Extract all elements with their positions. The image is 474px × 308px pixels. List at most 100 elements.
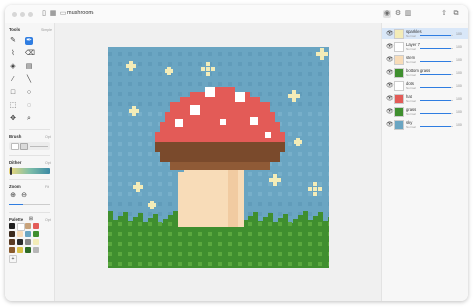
layer-opacity-slider[interactable]: [420, 48, 453, 49]
palette-swatch[interactable]: [25, 239, 31, 245]
eye-icon[interactable]: 👁: [386, 56, 394, 63]
brush-size-slider[interactable]: [30, 146, 48, 147]
layer-opacity-slider[interactable]: [420, 126, 453, 127]
layers-icon[interactable]: ▥: [404, 10, 412, 18]
eye-icon[interactable]: 👁: [386, 82, 394, 89]
layer-opacity-slider[interactable]: [420, 35, 453, 36]
palette-swatch[interactable]: [17, 239, 23, 245]
palette-swatch[interactable]: [9, 247, 15, 253]
bucket-icon[interactable]: ◈: [9, 63, 17, 71]
eyedropper-icon[interactable]: ⁄: [9, 76, 17, 84]
layer-row[interactable]: 👁 Layer 7 Normal 100: [382, 41, 468, 52]
eye-icon[interactable]: 👁: [386, 30, 394, 37]
brush-round-icon[interactable]: [20, 143, 28, 150]
grass-pixel: [313, 216, 318, 268]
layer-row[interactable]: 👁 hat Normal 100: [382, 93, 468, 104]
layer-blend-mode[interactable]: Normal: [406, 73, 416, 77]
layer-opacity-slider[interactable]: [420, 74, 453, 75]
brush-square-icon[interactable]: [11, 143, 19, 150]
layer-opacity-slider[interactable]: [420, 87, 453, 88]
divider: [9, 179, 50, 180]
layer-blend-mode[interactable]: Normal: [406, 47, 416, 51]
ellipse-icon[interactable]: ○: [25, 89, 33, 97]
layer-row[interactable]: 👁 sparkles Normal 100: [382, 28, 468, 39]
zoom-in-icon[interactable]: ⊕: [9, 192, 17, 200]
layer-opacity-value: 100: [456, 45, 462, 49]
layer-row[interactable]: 👁 stem Normal 100: [382, 54, 468, 65]
zoom-out-icon[interactable]: ⊖: [20, 192, 28, 200]
cap-dot: [205, 87, 215, 97]
zoom-window-button[interactable]: [28, 12, 33, 17]
eye-icon[interactable]: 👁: [386, 43, 394, 50]
eye-icon[interactable]: 👁: [386, 69, 394, 76]
layer-blend-mode[interactable]: Normal: [406, 99, 416, 103]
palette-swatch[interactable]: [33, 239, 39, 245]
palette-swatch[interactable]: [33, 223, 39, 229]
lasso-icon[interactable]: ◌: [25, 102, 33, 110]
zoom-slider[interactable]: [9, 204, 50, 205]
pen-icon[interactable]: ✒: [25, 37, 33, 45]
layer-blend-mode[interactable]: Normal: [406, 125, 416, 129]
dither-options[interactable]: Opt: [45, 161, 51, 165]
rectangle-icon[interactable]: □: [9, 89, 17, 97]
divider: [9, 155, 50, 156]
text-icon[interactable]: ⌕: [25, 115, 33, 123]
layer-opacity-slider[interactable]: [420, 113, 453, 114]
dither-handle[interactable]: [10, 167, 12, 175]
grass-pixel: [253, 212, 258, 268]
palette-section-title: Palette: [9, 217, 24, 222]
palette-swatch[interactable]: [9, 239, 15, 245]
layer-blend-mode[interactable]: Normal: [406, 60, 416, 64]
layer-opacity-slider[interactable]: [420, 61, 453, 62]
brush-options[interactable]: Opt: [45, 135, 51, 139]
minimize-window-button[interactable]: [20, 12, 25, 17]
line-icon[interactable]: ╲: [25, 76, 33, 84]
palette-swatch[interactable]: [33, 247, 39, 253]
pixel-art-canvas[interactable]: [108, 47, 329, 268]
pencil-icon[interactable]: ✎: [9, 37, 17, 45]
select-icon[interactable]: ⬚: [9, 102, 17, 110]
eye-icon[interactable]: 👁: [386, 95, 394, 102]
zoom-section-title: Zoom: [9, 184, 21, 189]
layer-row[interactable]: 👁 bottom grass Normal 100: [382, 67, 468, 78]
eye-icon[interactable]: 👁: [386, 108, 394, 115]
eye-icon[interactable]: 👁: [386, 121, 394, 128]
layer-row[interactable]: 👁 sky Normal 100: [382, 119, 468, 130]
share-icon[interactable]: ⇧: [440, 10, 448, 18]
palette-options[interactable]: Opt: [45, 218, 51, 222]
palette-swatch[interactable]: [9, 231, 15, 237]
eraser-icon[interactable]: ⌫: [25, 50, 35, 58]
brush-size-control[interactable]: [9, 142, 50, 150]
palette-swatch[interactable]: [25, 247, 31, 253]
palette-swatch[interactable]: [25, 223, 31, 229]
chevron-down-icon[interactable]: ⌄: [90, 9, 95, 16]
layer-blend-mode[interactable]: Normal: [406, 112, 416, 116]
layer-row[interactable]: 👁 dots Normal 100: [382, 80, 468, 91]
gear-icon[interactable]: ⚙: [394, 10, 402, 18]
layer-thumbnail: [394, 94, 404, 104]
layer-blend-mode[interactable]: Normal: [406, 34, 416, 38]
layer-blend-mode[interactable]: Normal: [406, 86, 416, 90]
brush-icon[interactable]: ⌇: [9, 50, 17, 58]
gradient-icon[interactable]: ▤: [25, 63, 33, 71]
palette-swatch[interactable]: [17, 223, 25, 231]
tools-section-mode[interactable]: Simple: [41, 28, 52, 32]
palette-add-icon[interactable]: ⊞: [27, 215, 35, 223]
palette-swatch[interactable]: [25, 231, 31, 237]
grid-icon[interactable]: ▦: [49, 10, 57, 18]
close-window-button[interactable]: [12, 12, 17, 17]
palette-swatch[interactable]: [33, 231, 39, 237]
window-icon[interactable]: ⧉: [452, 10, 460, 18]
move-icon[interactable]: ✥: [9, 115, 17, 123]
layer-row[interactable]: 👁 grass Normal 100: [382, 106, 468, 117]
dither-gradient-slider[interactable]: [9, 167, 50, 175]
sidebar-icon[interactable]: ▯: [40, 10, 48, 18]
layer-opacity-slider[interactable]: [420, 100, 453, 101]
layer-opacity-fill: [420, 126, 452, 127]
palette-swatch[interactable]: [9, 223, 15, 229]
eye-icon[interactable]: ◉: [383, 10, 391, 18]
zoom-fit[interactable]: Fit: [45, 185, 49, 189]
palette-swatch[interactable]: [17, 247, 23, 253]
add-color-icon[interactable]: +: [9, 255, 17, 263]
palette-swatch[interactable]: [17, 231, 23, 237]
